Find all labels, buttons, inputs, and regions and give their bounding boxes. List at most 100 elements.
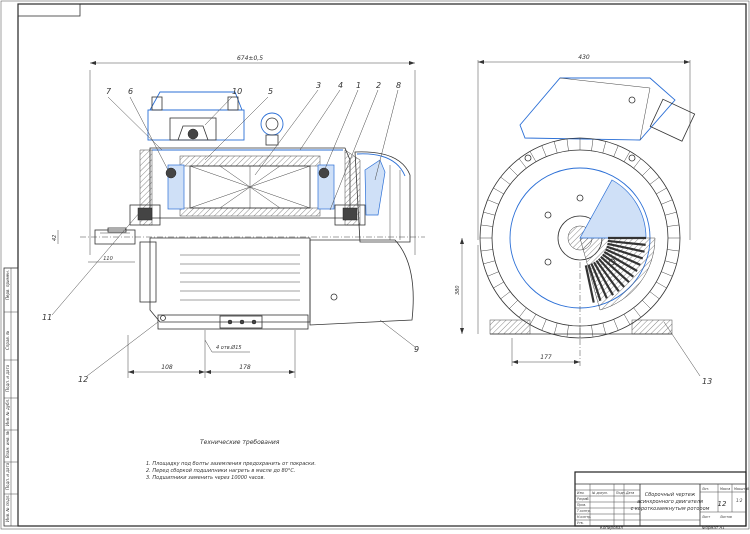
housing-rib — [642, 167, 651, 176]
left-stamp-strip: Перв. примен. Справ. № Подп. и дата Инв.… — [3, 267, 19, 527]
sheet-label: Лист — [701, 515, 710, 519]
tech-req-item: 3. Подшипники заменить через 10000 часов… — [146, 475, 265, 481]
lifting-eye — [260, 112, 284, 136]
title-line-2: асинхронного двигателя — [637, 499, 703, 505]
dim-mount-2: 178 — [239, 364, 251, 371]
callout-6: 6 — [128, 87, 133, 96]
callout-4: 4 — [338, 81, 343, 90]
front-view: 674±0,5 108 178 4 отв.Ø15 42 110 7 6 10 … — [42, 55, 425, 384]
drawing-number: 12 — [718, 500, 727, 508]
terminal-box-side — [519, 77, 676, 141]
housing-rib — [667, 224, 680, 227]
housing-rib — [656, 281, 667, 289]
footer-copied: Копировал — [600, 525, 623, 530]
callout-2: 2 — [376, 81, 381, 90]
housing-rib — [661, 199, 673, 205]
housing-rib — [493, 281, 504, 289]
housing-rib — [664, 260, 677, 265]
housing-rib — [509, 300, 518, 309]
housing-rib — [591, 325, 594, 338]
col-header: Подп. — [616, 491, 626, 495]
housing-rib — [642, 300, 651, 309]
stamp-label: Взам. инв. № — [5, 431, 10, 458]
dim-width: 430 — [578, 54, 590, 61]
holes-note: 4 отв.Ø15 — [216, 344, 242, 351]
housing-rib — [500, 291, 511, 300]
housing-rib — [553, 322, 558, 335]
title-line-1: Сборочный чертеж — [645, 492, 696, 498]
corner-box — [17, 3, 81, 17]
housing-rib — [483, 211, 496, 216]
bearing — [318, 167, 330, 179]
housing-lower — [149, 237, 311, 323]
drawing-canvas: Перв. примен. Справ. № Подп. и дата Инв.… — [0, 0, 750, 530]
callout-13: 13 — [702, 377, 712, 386]
housing-rib — [500, 176, 511, 185]
housing-rib — [487, 271, 499, 277]
dim-overall-length: 674±0,5 — [237, 55, 263, 62]
row-label: Т.контр. — [577, 509, 591, 513]
housing-rib — [664, 211, 677, 216]
stamp-label: Перв. примен. — [5, 270, 10, 300]
housing-rib — [509, 167, 518, 176]
dim-shaft: 110 — [103, 256, 113, 262]
drawing-sheet: Перв. примен. Справ. № Подп. и дата Инв.… — [0, 0, 750, 530]
stamp-label: Инв. № подл. — [5, 494, 10, 522]
title-line-3: с короткозамкнутым ротором — [631, 506, 710, 512]
dim-height: 380 — [455, 285, 461, 295]
callout-7: 7 — [106, 87, 112, 96]
stamp-label: Справ. № — [5, 331, 10, 350]
sheets-label: Листов — [719, 515, 732, 519]
housing-rib — [591, 138, 594, 151]
col-header: № докум. — [591, 491, 608, 495]
row-label: Разраб. — [577, 497, 590, 501]
col-header: Дата — [625, 491, 634, 495]
stamp-label: Подп. и дата — [5, 364, 10, 392]
housing-rib — [480, 249, 493, 252]
scale-value: 1:2 — [736, 498, 743, 503]
callout-11: 11 — [42, 313, 52, 322]
housing-rib — [623, 314, 631, 325]
housing-rib — [649, 291, 660, 300]
callout-1: 1 — [356, 81, 361, 90]
housing-rib — [480, 224, 493, 227]
tech-req-heading: Технические требования — [200, 439, 280, 446]
mass-label: Масса — [720, 487, 730, 491]
tech-req-item: 2. Перед сборкой подшипники нагреть в ма… — [146, 468, 295, 474]
housing-rib — [541, 145, 547, 157]
housing-rib — [518, 307, 527, 318]
side-view: 430 380 177 13 — [455, 54, 712, 386]
housing-rib — [553, 141, 558, 154]
callout-8: 8 — [396, 81, 401, 90]
callout-5: 5 — [268, 87, 273, 96]
row-label: Н.контр. — [577, 515, 591, 519]
scale-label: Масштаб — [734, 487, 749, 491]
title-block: Изм. № докум. Подп. Дата Разраб. Пров. Т… — [574, 471, 749, 527]
housing-rib — [656, 187, 667, 195]
housing-rib — [602, 141, 607, 154]
foot-right — [631, 319, 673, 335]
housing-rib — [483, 260, 496, 265]
foot-left — [489, 319, 531, 335]
stamp-label: Подп. и дата — [5, 462, 10, 490]
col-header: Изм. — [577, 491, 585, 495]
housing-rib — [633, 307, 642, 318]
tech-req-item: 1. Площадку под болты заземления предохр… — [146, 461, 316, 467]
bolt-icon — [330, 293, 338, 301]
housing-rib — [541, 319, 547, 331]
fan — [364, 159, 386, 216]
housing-rib — [661, 271, 673, 277]
row-label: Пров. — [577, 503, 586, 507]
housing-rib — [493, 187, 504, 195]
housing-rib — [566, 138, 569, 151]
housing-rib — [649, 176, 660, 185]
dim-mount-1: 108 — [161, 364, 173, 371]
dim-base: 177 — [540, 354, 552, 361]
callout-3: 3 — [316, 81, 321, 90]
callout-10: 10 — [232, 87, 242, 96]
housing-rib — [667, 249, 680, 252]
housing-rib — [566, 325, 569, 338]
row-label: Утв. — [577, 521, 584, 525]
footer-format: Формат A1 — [702, 525, 725, 530]
callout-12: 12 — [78, 375, 88, 384]
